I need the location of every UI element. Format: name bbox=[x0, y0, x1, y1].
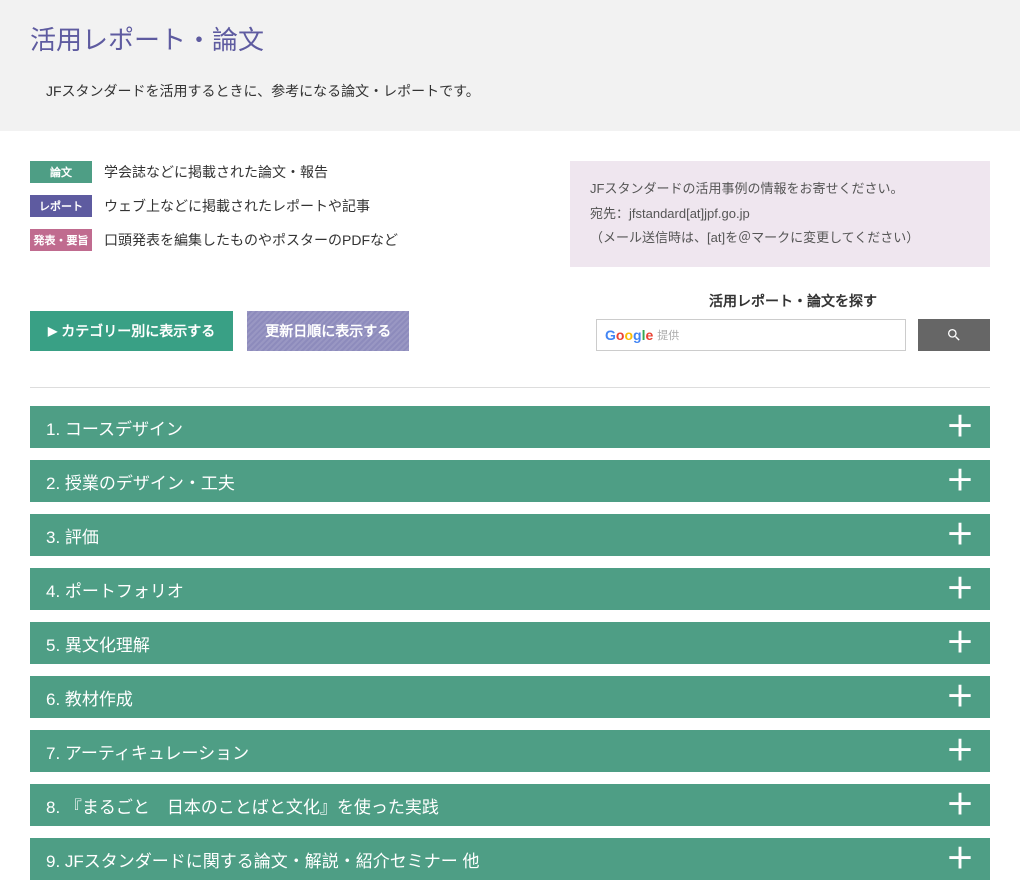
plus-icon: ＋ bbox=[946, 845, 974, 873]
accordion-item-9[interactable]: 9. JFスタンダードに関する論文・解説・紹介セミナー 他 ＋ bbox=[30, 838, 990, 880]
search-input[interactable]: Google 提供 bbox=[596, 319, 906, 351]
legend-desc-paper: 学会誌などに掲載された論文・報告 bbox=[104, 162, 328, 182]
tab-buttons: ▶ カテゴリー別に表示する 更新日順に表示する bbox=[30, 311, 409, 351]
accordion-label: 8. 『まるごと 日本のことばと文化』を使った実践 bbox=[46, 793, 439, 818]
search-icon bbox=[946, 327, 962, 343]
tag-report: レポート bbox=[30, 195, 92, 217]
search-button[interactable] bbox=[918, 319, 990, 351]
accordion-label: 1. コースデザイン bbox=[46, 415, 183, 440]
plus-icon: ＋ bbox=[946, 521, 974, 549]
arrow-icon: ▶ bbox=[48, 324, 57, 338]
tab-category[interactable]: ▶ カテゴリー別に表示する bbox=[30, 311, 233, 351]
accordion-item-8[interactable]: 8. 『まるごと 日本のことばと文化』を使った実践 ＋ bbox=[30, 784, 990, 826]
notice-line3: （メール送信時は、[at]を＠マークに変更してください） bbox=[590, 226, 970, 251]
plus-icon: ＋ bbox=[946, 575, 974, 603]
accordion-item-6[interactable]: 6. 教材作成 ＋ bbox=[30, 676, 990, 718]
legend: 論文 学会誌などに掲載された論文・報告 レポート ウェブ上などに掲載されたレポー… bbox=[30, 161, 398, 263]
tab-category-label: カテゴリー別に表示する bbox=[61, 321, 215, 341]
plus-icon: ＋ bbox=[946, 413, 974, 441]
accordion-list: 1. コースデザイン ＋ 2. 授業のデザイン・工夫 ＋ 3. 評価 ＋ 4. … bbox=[30, 406, 990, 880]
accordion-label: 3. 評価 bbox=[46, 523, 99, 548]
tag-paper: 論文 bbox=[30, 161, 92, 183]
accordion-label: 9. JFスタンダードに関する論文・解説・紹介セミナー 他 bbox=[46, 847, 480, 872]
google-logo: Google bbox=[605, 327, 653, 343]
tab-date-label: 更新日順に表示する bbox=[265, 321, 391, 341]
plus-icon: ＋ bbox=[946, 467, 974, 495]
accordion-item-5[interactable]: 5. 異文化理解 ＋ bbox=[30, 622, 990, 664]
plus-icon: ＋ bbox=[946, 791, 974, 819]
legend-row-presentation: 発表・要旨 口頭発表を編集したものやポスターのPDFなど bbox=[30, 229, 398, 251]
accordion-label: 2. 授業のデザイン・工夫 bbox=[46, 469, 235, 494]
notice-line1: JFスタンダードの活用事例の情報をお寄せください。 bbox=[590, 177, 970, 202]
accordion-label: 7. アーティキュレーション bbox=[46, 739, 249, 764]
plus-icon: ＋ bbox=[946, 629, 974, 657]
accordion-item-1[interactable]: 1. コースデザイン ＋ bbox=[30, 406, 990, 448]
page-title: 活用レポート・論文 bbox=[30, 20, 990, 57]
notice-line2: 宛先：jfstandard[at]jpf.go.jp bbox=[590, 202, 970, 227]
search-area: 活用レポート・論文を探す Google 提供 bbox=[596, 291, 990, 351]
search-hint: 提供 bbox=[657, 327, 679, 343]
accordion-label: 5. 異文化理解 bbox=[46, 631, 150, 656]
accordion-item-3[interactable]: 3. 評価 ＋ bbox=[30, 514, 990, 556]
accordion-item-4[interactable]: 4. ポートフォリオ ＋ bbox=[30, 568, 990, 610]
legend-row-report: レポート ウェブ上などに掲載されたレポートや記事 bbox=[30, 195, 398, 217]
plus-icon: ＋ bbox=[946, 737, 974, 765]
notice-box: JFスタンダードの活用事例の情報をお寄せください。 宛先：jfstandard[… bbox=[570, 161, 990, 267]
controls-row: ▶ カテゴリー別に表示する 更新日順に表示する 活用レポート・論文を探す Goo… bbox=[30, 291, 990, 351]
search-title: 活用レポート・論文を探す bbox=[596, 291, 990, 311]
legend-desc-presentation: 口頭発表を編集したものやポスターのPDFなど bbox=[104, 230, 398, 250]
accordion-item-7[interactable]: 7. アーティキュレーション ＋ bbox=[30, 730, 990, 772]
accordion-item-2[interactable]: 2. 授業のデザイン・工夫 ＋ bbox=[30, 460, 990, 502]
header: 活用レポート・論文 JFスタンダードを活用するときに、参考になる論文・レポートで… bbox=[0, 0, 1020, 131]
divider bbox=[30, 387, 990, 388]
accordion-label: 4. ポートフォリオ bbox=[46, 577, 184, 602]
page-subtitle: JFスタンダードを活用するときに、参考になる論文・レポートです。 bbox=[46, 81, 990, 101]
legend-row-paper: 論文 学会誌などに掲載された論文・報告 bbox=[30, 161, 398, 183]
accordion-label: 6. 教材作成 bbox=[46, 685, 133, 710]
search-row: Google 提供 bbox=[596, 319, 990, 351]
tag-presentation: 発表・要旨 bbox=[30, 229, 92, 251]
legend-desc-report: ウェブ上などに掲載されたレポートや記事 bbox=[104, 196, 370, 216]
plus-icon: ＋ bbox=[946, 683, 974, 711]
tab-date[interactable]: 更新日順に表示する bbox=[247, 311, 409, 351]
top-row: 論文 学会誌などに掲載された論文・報告 レポート ウェブ上などに掲載されたレポー… bbox=[30, 161, 990, 267]
content: 論文 学会誌などに掲載された論文・報告 レポート ウェブ上などに掲載されたレポー… bbox=[0, 131, 1020, 880]
